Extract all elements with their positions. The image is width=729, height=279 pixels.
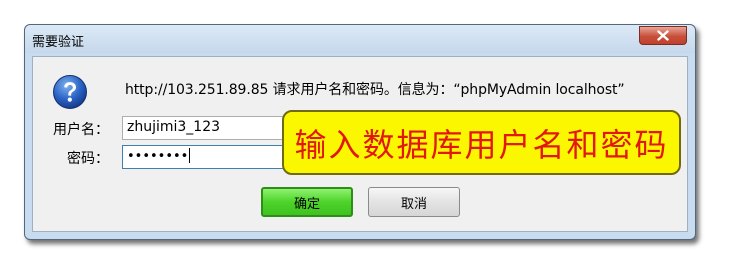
annotation-callout: 输入数据库用户名和密码 [282, 110, 681, 175]
auth-message: http://103.251.89.85 请求用户名和密码。信息为：“phpMy… [125, 82, 625, 98]
dialog-body: http://103.251.89.85 请求用户名和密码。信息为：“phpMy… [32, 56, 688, 232]
close-button[interactable] [639, 26, 687, 45]
cancel-button[interactable]: 取消 [368, 187, 460, 217]
username-value: zhujimi3_123 [127, 119, 221, 135]
question-icon [53, 75, 87, 109]
dialog-title: 需要验证 [32, 35, 85, 50]
auth-dialog: 需要验证 http://103.251.89.85 请求用户名和密码。信息为：“… [24, 24, 696, 240]
username-field[interactable]: zhujimi3_123 [122, 116, 288, 140]
password-field[interactable]: •••••••• [122, 145, 288, 169]
text-caret [189, 148, 191, 163]
password-label: 密码： [67, 151, 109, 167]
password-value: •••••••• [127, 149, 189, 164]
title-bar: 需要验证 [25, 25, 695, 53]
ok-button[interactable]: 确定 [261, 187, 353, 217]
close-icon [657, 30, 669, 41]
username-label: 用户名： [53, 122, 109, 138]
